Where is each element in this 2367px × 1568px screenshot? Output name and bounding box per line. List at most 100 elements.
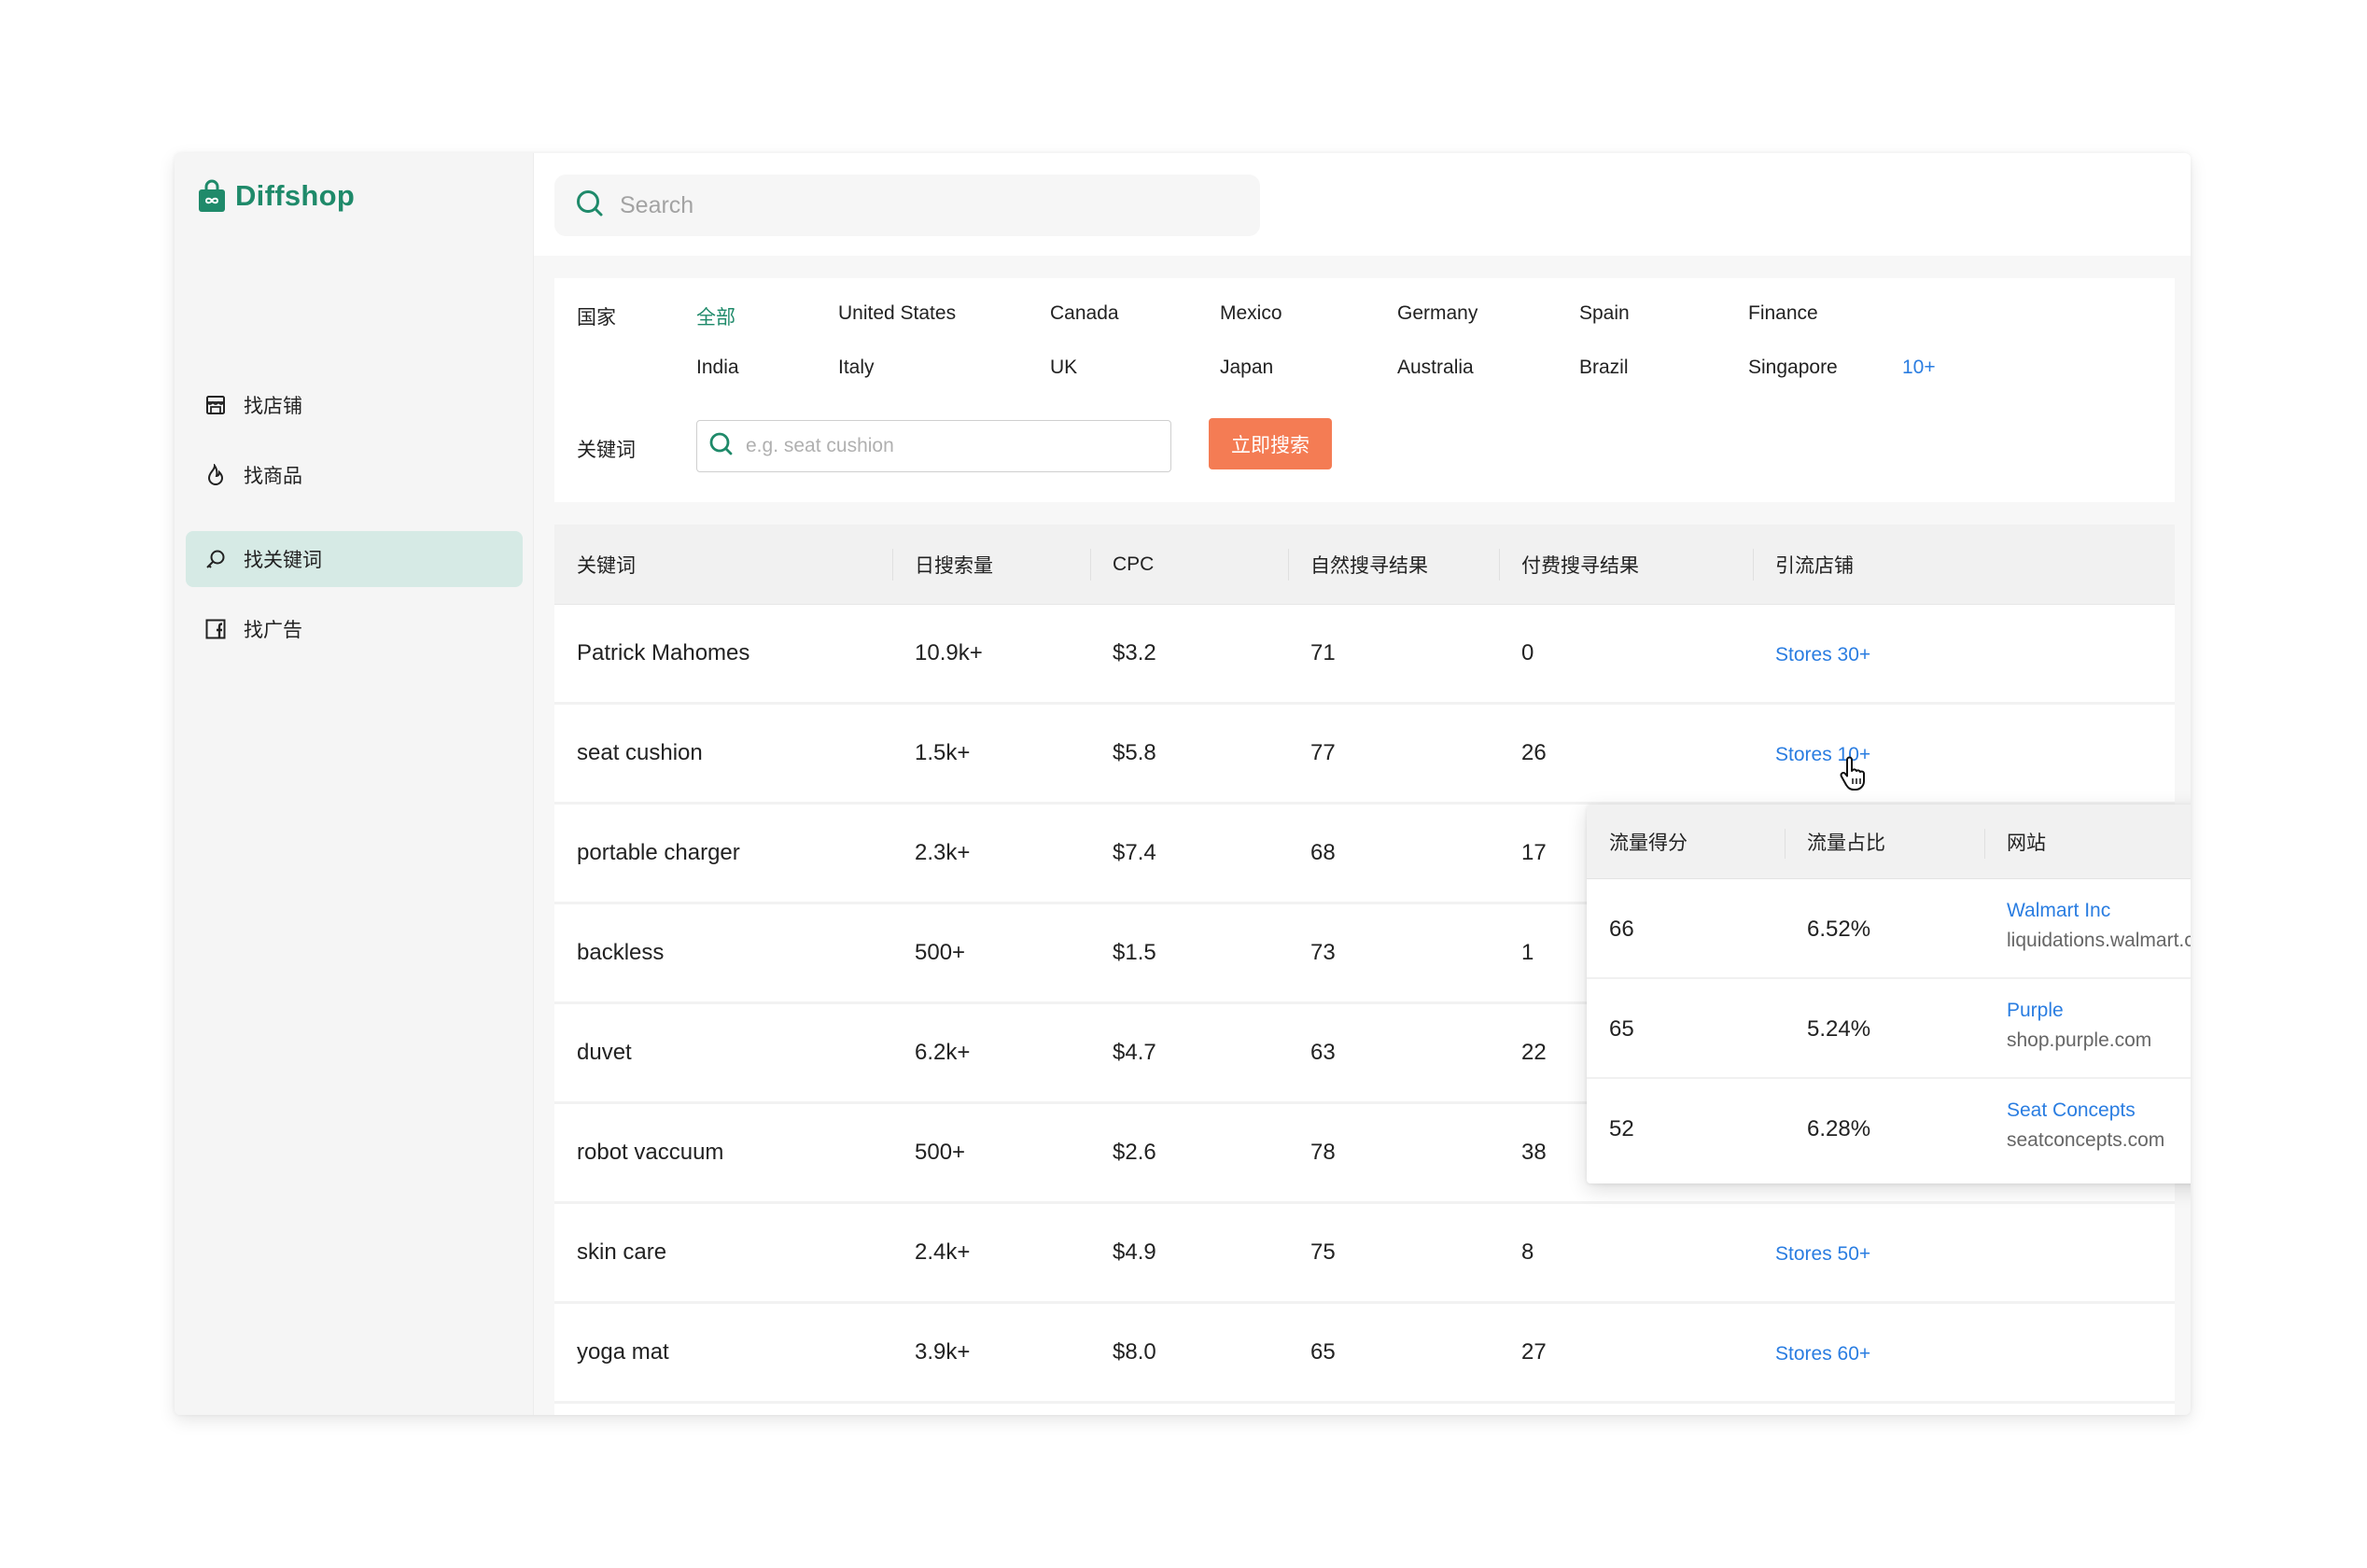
cpc-cell: $3.2 [1113,640,1156,665]
country-option[interactable]: Germany [1397,302,1478,325]
table-row[interactable]: yoga mat 3.9k+ $8.0 65 27 Stores 60+ [554,1304,2175,1404]
store-name-link[interactable]: Walmart Inc [2007,900,2191,922]
table-row[interactable]: Patrick Mahomes 10.9k+ $3.2 71 0 Stores 30+ [554,605,2175,705]
global-search-input[interactable] [620,191,1180,219]
stores-link[interactable]: Stores 30+ [1775,605,1870,702]
main-content: 国家 全部 United States Canada Mexico German… [534,153,2191,1415]
column-header-keyword[interactable]: 关键词 [577,525,636,605]
paid-results-cell: 8 [1521,1239,1534,1265]
paid-results-cell: 22 [1521,1040,1547,1065]
organic-results-cell: 63 [1310,1040,1336,1065]
keyword-cell: skin care [577,1239,667,1265]
stores-link[interactable]: Stores 60+ [1775,1304,1870,1401]
sidebar-item-label: 找关键词 [244,550,322,571]
country-option[interactable]: Canada [1050,302,1119,325]
cpc-cell: $8.0 [1113,1339,1156,1365]
popover-row: 52 6.28% Seat Concepts seatconcepts.com [1587,1079,2191,1179]
sidebar-item-find-keywords[interactable]: 找关键词 [186,531,523,587]
store-name-link[interactable]: Seat Concepts [2007,1099,2164,1122]
cpc-cell: $1.5 [1113,940,1156,965]
flame-icon [204,464,227,486]
daily-searches-cell: 6.2k+ [915,1040,971,1065]
country-option-all[interactable]: 全部 [696,302,735,330]
traffic-share-cell: 5.24% [1807,1015,1871,1042]
app-window: Diffshop 找店铺 找商品 找关键词 找广告 Search 国家 全部 U… [175,153,2191,1415]
global-search[interactable] [554,175,1260,236]
sidebar-item-label: 找店铺 [244,396,302,417]
store-domain: shop.purple.com [2007,1029,2152,1051]
logo[interactable]: Diffshop [198,179,355,213]
column-header-organic-results[interactable]: 自然搜寻结果 [1310,525,1428,605]
keyword-input[interactable] [746,435,1138,457]
country-label: 国家 [577,307,616,329]
sidebar-item-find-ads[interactable]: 找广告 [186,601,523,657]
more-countries-link[interactable]: 10+ [1902,357,1936,379]
sidebar-item-find-products[interactable]: 找商品 [186,447,523,503]
keyword-cell: duvet [577,1040,632,1065]
keyword-cell: yoga mat [577,1339,669,1365]
popover-header: 流量得分 流量占比 网站 [1587,805,2191,879]
cpc-cell: $4.9 [1113,1239,1156,1265]
country-option[interactable]: Japan [1220,357,1273,379]
sidebar-item-find-stores[interactable]: 找店铺 [186,377,523,433]
table-row[interactable]: skin care 2.4k+ $4.9 75 8 Stores 50+ [554,1204,2175,1304]
popover-column-website: 网站 [2007,833,2046,854]
table-header: 关键词 日搜索量 CPC 自然搜寻结果 付费搜寻结果 引流店铺 [554,525,2175,605]
daily-searches-cell: 3.9k+ [915,1339,971,1365]
daily-searches-cell: 500+ [915,940,966,965]
sidebar-item-label: 找广告 [244,620,302,641]
website-cell: Purple shop.purple.com [2007,1000,2151,1052]
column-header-paid-results[interactable]: 付费搜寻结果 [1521,525,1639,605]
store-domain: liquidations.walmart.com [2007,930,2191,951]
traffic-score-cell: 66 [1609,916,1634,942]
table-row[interactable]: seat cushion 1.5k+ $5.8 77 26 Stores 10+ [554,705,2175,805]
daily-searches-cell: 1.5k+ [915,740,971,765]
column-divider [1785,829,1786,859]
column-divider [1288,549,1289,581]
column-header-referring-stores[interactable]: 引流店铺 [1775,525,1854,605]
facebook-icon [204,618,227,640]
organic-results-cell: 77 [1310,740,1336,765]
stores-link[interactable]: Stores 50+ [1775,1204,1870,1301]
store-name-link[interactable]: Purple [2007,1000,2151,1022]
keyword-cell: portable charger [577,840,740,865]
column-header-cpc[interactable]: CPC [1113,525,1154,605]
paid-results-cell: 17 [1521,840,1547,865]
column-divider [1499,549,1500,581]
country-option[interactable]: India [696,357,739,379]
organic-results-cell: 75 [1310,1239,1336,1265]
keyword-field[interactable] [696,420,1171,472]
cpc-cell: $5.8 [1113,740,1156,765]
column-divider [1090,549,1091,581]
country-option[interactable]: United States [838,302,956,325]
column-divider [1984,829,1985,859]
search-now-button[interactable]: 立即搜索 [1209,418,1332,469]
logo-text: Diffshop [235,179,356,212]
key-search-icon [204,548,227,570]
country-option[interactable]: Brazil [1579,357,1629,379]
paid-results-cell: 1 [1521,940,1534,965]
search-icon [575,189,605,223]
keyword-cell: backless [577,940,665,965]
popover-body: 66 6.52% Walmart Inc liquidations.walmart.c… [1587,879,2191,1179]
cpc-cell: $7.4 [1113,840,1156,865]
shopping-bag-logo-icon [198,179,226,213]
website-cell: Walmart Inc liquidations.walmart.com [2007,900,2191,952]
website-cell: Seat Concepts seatconcepts.com [2007,1099,2164,1152]
paid-results-cell: 27 [1521,1339,1547,1365]
country-option[interactable]: UK [1050,357,1077,379]
traffic-score-cell: 52 [1609,1115,1634,1141]
organic-results-cell: 78 [1310,1140,1336,1165]
stores-popover: 流量得分 流量占比 网站 66 6.52% Walmart Inc liquidati… [1587,805,2191,1183]
column-divider [892,549,893,581]
popover-column-traffic-score: 流量得分 [1609,833,1688,854]
column-header-daily-searches[interactable]: 日搜索量 [915,525,993,605]
organic-results-cell: 65 [1310,1339,1336,1365]
country-option[interactable]: Finance [1748,302,1818,325]
organic-results-cell: 68 [1310,840,1336,865]
country-option[interactable]: Australia [1397,357,1474,379]
country-option[interactable]: Mexico [1220,302,1282,325]
country-option[interactable]: Spain [1579,302,1630,325]
country-option[interactable]: Italy [838,357,875,379]
country-option[interactable]: Singapore [1748,357,1838,379]
